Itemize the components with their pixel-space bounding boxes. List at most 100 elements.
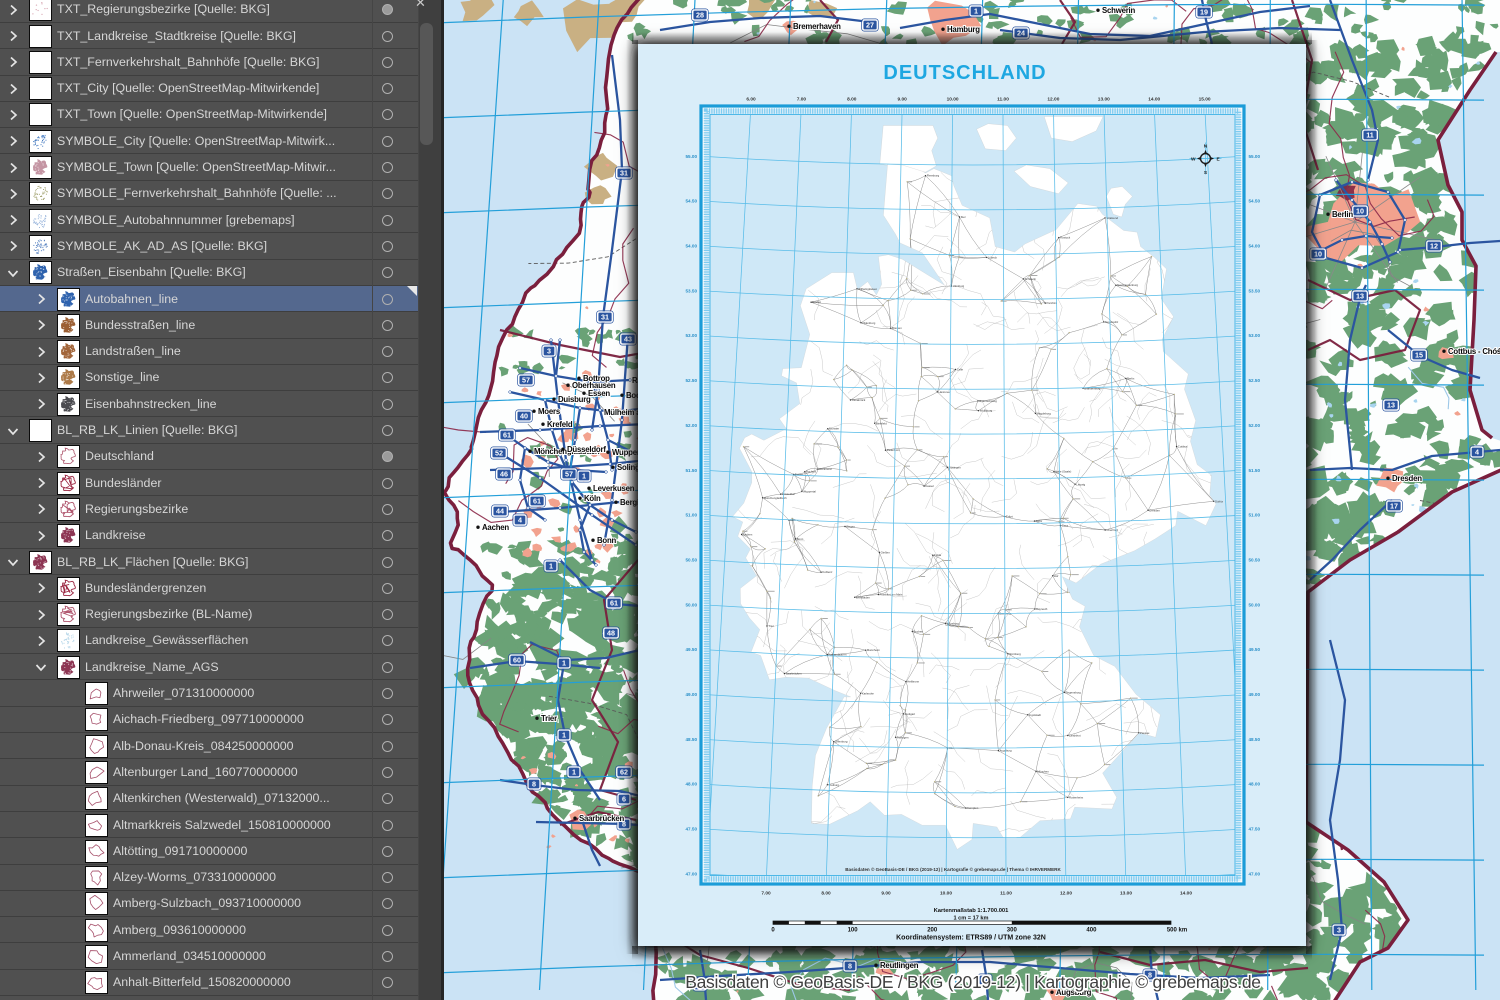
svg-text:55.00: 55.00 [1249,154,1261,159]
svg-text:Berlin: Berlin [1127,377,1135,381]
svg-text:Hof: Hof [1054,574,1059,578]
svg-text:300: 300 [1007,928,1018,934]
svg-text:Koblenz: Koblenz [822,570,833,574]
svg-text:47.00: 47.00 [686,871,698,876]
svg-text:Passau: Passau [1140,731,1150,735]
svg-text:Wilhelmshaven: Wilhelmshaven [858,287,877,291]
svg-text:8.00: 8.00 [847,97,857,103]
svg-text:DEUTSCHLAND: DEUTSCHLAND [883,62,1046,84]
svg-text:13.00: 13.00 [1098,97,1110,103]
svg-text:Dresden: Dresden [1392,474,1422,483]
svg-text:54.00: 54.00 [686,244,698,249]
svg-text:Leipzig: Leipzig [1076,482,1085,486]
svg-text:1: 1 [974,7,978,16]
svg-text:Rostock: Rostock [1060,236,1071,240]
svg-text:10.00: 10.00 [940,891,952,897]
svg-text:Schwerin: Schwerin [1102,6,1136,15]
svg-text:Neustrelitz: Neustrelitz [1105,320,1119,324]
svg-text:52: 52 [495,449,503,458]
svg-text:60: 60 [513,656,521,665]
svg-text:Offenburg: Offenburg [835,740,848,744]
svg-text:10: 10 [1356,207,1364,216]
svg-text:50.50: 50.50 [686,558,698,563]
svg-text:Cottbus: Cottbus [1178,445,1188,449]
svg-text:11.00: 11.00 [997,97,1009,103]
svg-text:1: 1 [582,472,586,481]
svg-text:54.00: 54.00 [1249,244,1261,249]
svg-text:Trier: Trier [541,714,557,723]
svg-text:40: 40 [520,412,528,421]
svg-text:Rosenheim: Rosenheim [1069,795,1084,799]
svg-text:28: 28 [696,11,704,20]
svg-text:Bonn: Bonn [797,537,804,541]
svg-text:13: 13 [1387,401,1395,410]
svg-text:Dortmund: Dortmund [819,467,832,471]
svg-text:1 cm = 17 km: 1 cm = 17 km [954,916,989,922]
svg-text:57: 57 [565,470,573,479]
svg-text:8: 8 [848,962,852,971]
svg-text:Karlsruhe: Karlsruhe [862,691,874,695]
svg-text:Freiburg: Freiburg [829,783,840,787]
svg-text:27: 27 [866,21,874,30]
svg-text:52.50: 52.50 [1249,378,1261,383]
svg-text:Moers: Moers [538,407,561,416]
svg-text:Kartenmaßstab 1:1.700.001: Kartenmaßstab 1:1.700.001 [934,908,1010,914]
svg-text:44: 44 [496,507,504,516]
svg-text:52.50: 52.50 [686,378,698,383]
svg-text:8.00: 8.00 [821,891,831,897]
svg-text:54.50: 54.50 [1249,199,1261,204]
svg-text:500 km: 500 km [1167,928,1187,934]
svg-text:Cottbus - Chóśebuz: Cottbus - Chóśebuz [1448,347,1500,356]
svg-text:Hannover: Hannover [939,390,951,394]
svg-text:7.00: 7.00 [797,97,807,103]
svg-text:1: 1 [549,562,553,571]
svg-text:48.50: 48.50 [686,737,698,742]
svg-text:6: 6 [622,795,626,804]
svg-text:17: 17 [1390,502,1398,511]
svg-text:Göttingen: Göttingen [949,465,962,469]
svg-text:48.00: 48.00 [1249,782,1261,787]
svg-text:Essen: Essen [588,389,610,398]
svg-text:6.00: 6.00 [746,97,756,103]
svg-text:1: 1 [562,731,566,740]
svg-text:Schwerin: Schwerin [1025,277,1037,281]
svg-text:Erfurt: Erfurt [1006,515,1013,519]
svg-text:8: 8 [532,780,536,789]
svg-text:Kiel: Kiel [961,215,966,219]
svg-text:49.50: 49.50 [1249,647,1261,652]
svg-text:Bremerhaven: Bremerhaven [793,22,841,31]
svg-text:Siegen: Siegen [846,525,855,529]
svg-text:52.00: 52.00 [1249,423,1261,428]
svg-text:50.00: 50.00 [1249,602,1261,607]
svg-text:Görlitz: Görlitz [1215,499,1224,503]
svg-text:Krefeld: Krefeld [547,420,573,429]
svg-text:100: 100 [848,928,859,934]
svg-text:Paderborn: Paderborn [887,448,901,452]
svg-text:Chemnitz: Chemnitz [1106,528,1118,532]
svg-text:Gießen: Gießen [881,551,891,555]
svg-text:48.00: 48.00 [686,782,698,787]
svg-text:Neubrandenburg: Neubrandenburg [1117,283,1138,287]
svg-text:Braunschweig: Braunschweig [979,399,997,403]
svg-text:Gera: Gera [1062,524,1069,528]
svg-text:Aachen: Aachen [743,533,753,537]
svg-text:61: 61 [503,431,511,440]
svg-text:53.00: 53.00 [1249,333,1261,338]
svg-text:Dresden: Dresden [1149,508,1160,512]
svg-text:54.50: 54.50 [686,199,698,204]
svg-text:Münster: Münster [829,427,839,431]
svg-text:12: 12 [1430,242,1438,251]
svg-text:Mannheim: Mannheim [867,648,881,652]
svg-text:Berlin: Berlin [1332,210,1353,219]
svg-text:15.00: 15.00 [1199,97,1211,103]
svg-text:49.50: 49.50 [686,647,698,652]
svg-text:München: München [1037,769,1049,773]
svg-text:Essen: Essen [795,472,803,476]
svg-text:12.00: 12.00 [1047,97,1059,103]
svg-text:Koordinatensystem: ETRS89 / UT: Koordinatensystem: ETRS89 / UTM zone 32N [896,935,1046,942]
svg-text:Stuttgart: Stuttgart [905,712,916,716]
svg-text:1: 1 [572,768,576,777]
svg-text:Emden: Emden [812,300,821,304]
svg-text:10.00: 10.00 [947,97,959,103]
svg-text:51.00: 51.00 [686,513,698,518]
